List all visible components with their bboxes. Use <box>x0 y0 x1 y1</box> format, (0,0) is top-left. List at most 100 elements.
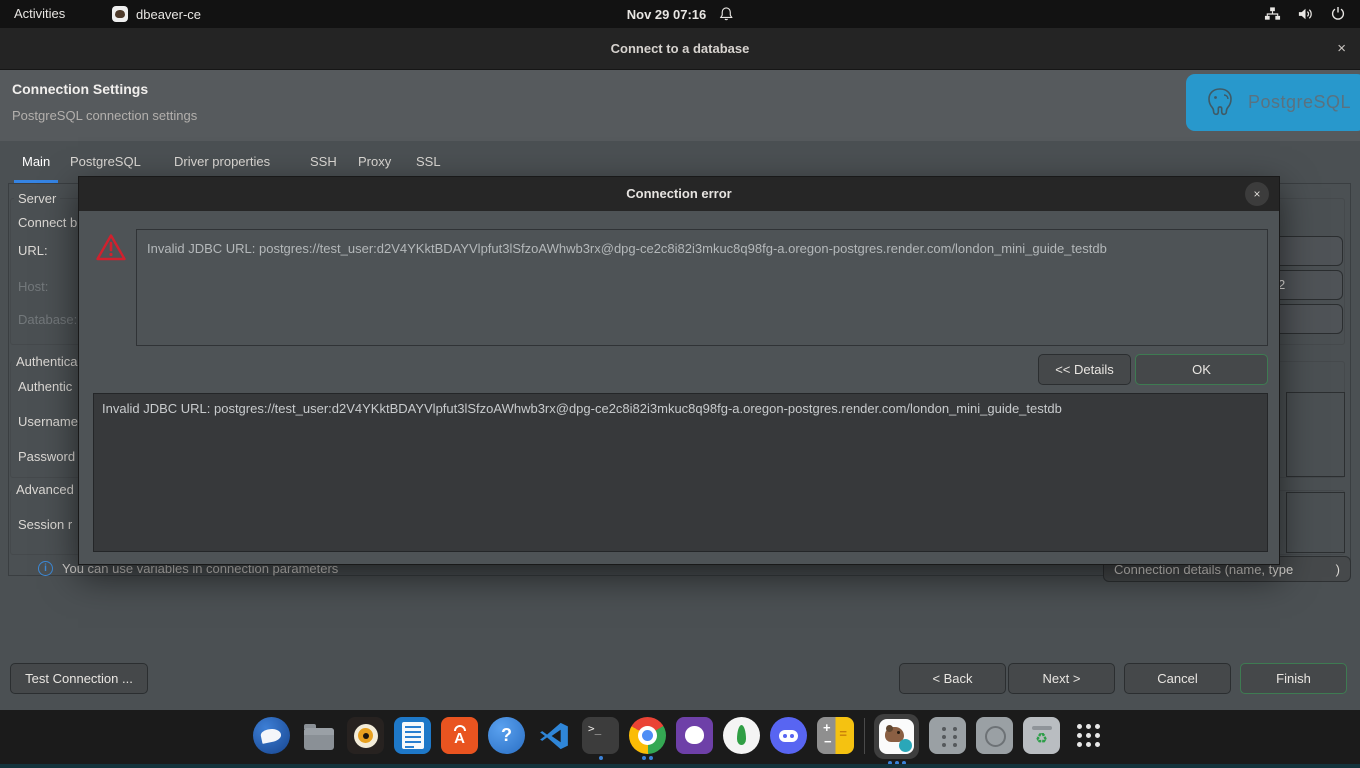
vscode-icon <box>535 717 572 754</box>
dock-item-vscode[interactable] <box>535 717 573 754</box>
help-glyph: ? <box>501 725 512 746</box>
auth-input-fragment[interactable] <box>1286 392 1345 477</box>
dock-item-rhythmbox[interactable] <box>347 717 385 754</box>
session-role-label: Session r <box>18 517 72 532</box>
volume-icon <box>1297 6 1314 22</box>
screen: Activities dbeaver-ce Nov 29 07:16 <box>0 0 1360 768</box>
ok-label: OK <box>1192 362 1211 377</box>
calc-plus-glyph: + <box>823 720 831 735</box>
dock-item-discord[interactable] <box>770 717 808 754</box>
help-icon: ? <box>488 717 525 754</box>
tab-main[interactable]: Main <box>22 154 50 169</box>
connection-details-close-paren: ) <box>1336 562 1340 577</box>
advanced-group-label: Advanced <box>12 482 78 497</box>
calc-minus-glyph: − <box>824 734 832 749</box>
dbeaver-icon <box>879 719 914 754</box>
finish-label: Finish <box>1276 671 1311 686</box>
cancel-label: Cancel <box>1157 671 1197 686</box>
calc-equals-glyph: = <box>839 726 847 741</box>
software-a-glyph: A <box>454 731 465 746</box>
dock-item-thunderbird[interactable] <box>253 717 291 754</box>
desktop-edge <box>0 764 1360 768</box>
tab-postgresql[interactable]: PostgreSQL <box>70 154 141 169</box>
github-icon <box>676 717 713 754</box>
wizard-header: Connection Settings PostgreSQL connectio… <box>0 70 1360 141</box>
dock-item-trash[interactable]: ♻ <box>1023 717 1061 754</box>
dock-item-terminal[interactable]: >_ <box>582 717 620 761</box>
calculator-icon: + − = <box>817 717 854 754</box>
database-label: Database: <box>18 312 77 327</box>
dock: A ? >_ <box>0 710 1360 764</box>
dock-item-github[interactable] <box>676 717 714 754</box>
window-title: Connect to a database <box>0 28 1360 70</box>
window-title-bar: Connect to a database × <box>0 28 1360 70</box>
username-label: Username <box>18 414 78 429</box>
rhythmbox-icon <box>347 717 384 754</box>
postgresql-elephant-icon <box>1200 83 1240 123</box>
error-dialog-close-button[interactable]: × <box>1245 182 1269 206</box>
dock-item-calculator[interactable]: + − = <box>817 717 855 754</box>
url-label: URL: <box>18 243 48 258</box>
details-toggle-button[interactable]: << Details <box>1038 354 1131 385</box>
back-label: < Back <box>932 671 972 686</box>
test-connection-label: Test Connection ... <box>25 671 133 686</box>
chrome-icon <box>629 717 666 754</box>
dock-item-app-grid[interactable] <box>1070 717 1108 754</box>
notification-bell-icon <box>718 6 733 22</box>
power-icon <box>1330 6 1346 22</box>
disc-icon <box>976 717 1013 754</box>
page-title: Connection Settings <box>12 81 148 97</box>
back-button[interactable]: < Back <box>899 663 1006 694</box>
dock-item-chrome[interactable] <box>629 717 667 761</box>
network-icon <box>1264 6 1281 22</box>
next-button[interactable]: Next > <box>1008 663 1115 694</box>
utilities-icon <box>929 717 966 754</box>
page-subtitle: PostgreSQL connection settings <box>12 108 197 123</box>
dock-separator <box>864 718 865 754</box>
dock-item-ubuntu-software[interactable]: A <box>441 717 479 754</box>
ubuntu-software-icon: A <box>441 717 478 754</box>
error-message-box[interactable]: Invalid JDBC URL: postgres://test_user:d… <box>136 229 1268 346</box>
host-label: Host: <box>18 279 48 294</box>
password-label: Password <box>18 449 75 464</box>
dock-item-disc-burner[interactable] <box>976 717 1014 754</box>
clock-menu[interactable]: Nov 29 07:16 <box>627 0 734 28</box>
tab-ssh[interactable]: SSH <box>310 154 337 169</box>
system-status-menu[interactable] <box>1264 0 1346 28</box>
dock-item-libreoffice-writer[interactable] <box>394 717 432 754</box>
postgresql-logo-text: PostgreSQL <box>1248 92 1351 113</box>
warning-icon <box>95 233 127 267</box>
app-menu[interactable]: dbeaver-ce <box>112 0 201 28</box>
advanced-input-fragment[interactable] <box>1286 492 1345 553</box>
app-menu-label: dbeaver-ce <box>136 7 201 22</box>
dbeaver-app-icon <box>112 6 128 22</box>
dock-item-files[interactable] <box>300 717 338 754</box>
tab-driver-properties[interactable]: Driver properties <box>174 154 270 169</box>
dock-item-dbeaver[interactable] <box>874 717 920 766</box>
details-toggle-label: << Details <box>1055 362 1114 377</box>
discord-icon <box>770 717 807 754</box>
dock-item-utilities[interactable] <box>929 717 967 754</box>
connection-error-dialog: Connection error × Invalid JDBC URL: pos… <box>78 176 1280 565</box>
finish-button[interactable]: Finish <box>1240 663 1347 694</box>
tab-proxy[interactable]: Proxy <box>358 154 391 169</box>
mongodb-icon <box>723 717 760 754</box>
trash-icon: ♻ <box>1023 717 1060 754</box>
window-close-button[interactable]: × <box>1337 28 1346 70</box>
server-group-label: Server <box>14 191 60 206</box>
error-dialog-title: Connection error <box>79 177 1279 211</box>
cancel-button[interactable]: Cancel <box>1124 663 1231 694</box>
info-icon: i <box>38 561 53 576</box>
dock-item-help[interactable]: ? <box>488 717 526 754</box>
tab-ssl[interactable]: SSL <box>416 154 441 169</box>
ok-button[interactable]: OK <box>1135 354 1268 385</box>
running-indicator <box>642 756 653 761</box>
dock-item-mongodb-compass[interactable] <box>723 717 761 754</box>
error-details-textarea[interactable]: Invalid JDBC URL: postgres://test_user:d… <box>93 393 1268 552</box>
error-dialog-title-bar: Connection error × <box>79 177 1279 211</box>
test-connection-button[interactable]: Test Connection ... <box>10 663 148 694</box>
terminal-icon: >_ <box>582 717 619 754</box>
connect-by-label: Connect b <box>18 215 77 230</box>
os-top-bar: Activities dbeaver-ce Nov 29 07:16 <box>0 0 1360 28</box>
activities-button[interactable]: Activities <box>14 0 65 28</box>
